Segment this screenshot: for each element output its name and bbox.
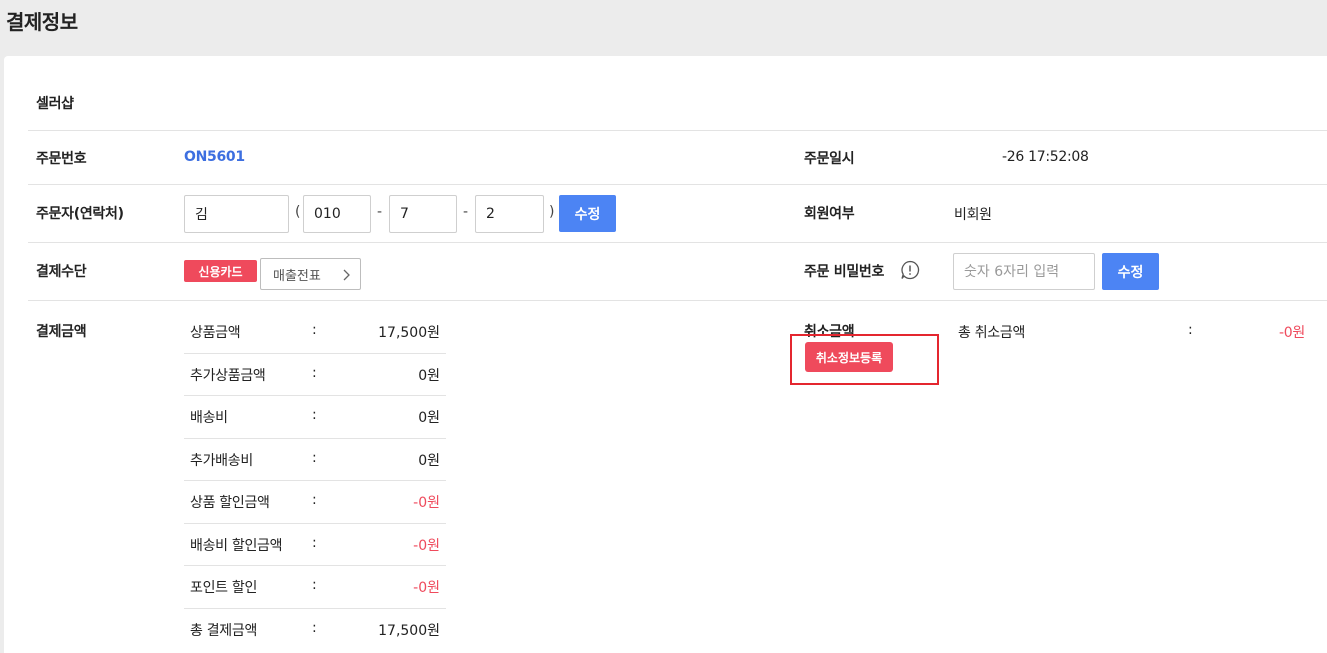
amount-row: 총 결제금액 : 17,500원 — [184, 609, 446, 652]
close-paren: ) — [549, 204, 555, 220]
payment-method-label: 결제수단 — [36, 264, 87, 280]
amount-name: 배송비 — [190, 410, 228, 426]
amount-row: 포인트 할인 : -0원 — [184, 566, 446, 609]
amount-name: 총 결제금액 — [190, 622, 258, 639]
payment-info-panel: 셀러샵 주문번호 ON5601 주문일시 -26 17:52:08 주문자(연락… — [4, 56, 1327, 653]
amount-row: 추가상품금액 : 0원 — [184, 354, 446, 396]
total-cancel-value: -0원 — [1279, 325, 1305, 341]
phone-part1-input[interactable] — [303, 195, 371, 233]
amount-colon: : — [312, 534, 317, 551]
chevron-right-icon — [343, 269, 350, 281]
divider — [28, 300, 1327, 301]
order-password-label: 주문 비밀번호 — [804, 264, 885, 280]
amount-value: 0원 — [418, 410, 440, 426]
amount-value: 17,500원 — [378, 325, 440, 341]
orderer-label: 주문자(연락처) — [36, 206, 124, 222]
amount-name: 포인트 할인 — [190, 580, 258, 596]
open-paren: ( — [295, 204, 301, 220]
divider — [28, 242, 1327, 243]
amount-colon: : — [312, 449, 317, 466]
sales-receipt-label: 매출전표 — [273, 268, 321, 284]
amount-name: 배송비 할인금액 — [190, 537, 283, 554]
amount-value: -0원 — [413, 495, 440, 511]
amount-colon: : — [312, 364, 317, 381]
amount-value: 0원 — [418, 367, 440, 384]
amount-colon: : — [312, 577, 317, 593]
order-number-label: 주문번호 — [36, 151, 87, 167]
amount-row: 배송비 할인금액 : -0원 — [184, 524, 446, 566]
credit-card-badge: 신용카드 — [184, 260, 257, 282]
order-password-edit-button[interactable]: 수정 — [1102, 253, 1159, 290]
phone-dash-1: - — [377, 204, 383, 220]
total-cancel-label: 총 취소금액 — [958, 325, 1026, 341]
highlight-box — [790, 334, 939, 385]
phone-dash-2: - — [463, 204, 469, 220]
amount-value: -0원 — [413, 537, 440, 554]
amount-value: 17,500원 — [378, 622, 440, 639]
order-password-input[interactable] — [953, 253, 1095, 290]
orderer-name-input[interactable] — [184, 195, 289, 233]
membership-label: 회원여부 — [804, 206, 855, 222]
amount-colon: : — [312, 322, 317, 338]
amount-name: 상품 할인금액 — [190, 495, 270, 511]
amount-colon: : — [312, 492, 317, 508]
amount-value: -0원 — [413, 580, 440, 596]
order-number-link[interactable]: ON5601 — [184, 149, 245, 165]
total-cancel-colon: : — [1188, 322, 1193, 338]
amount-name: 추가상품금액 — [190, 367, 266, 384]
amount-name: 상품금액 — [190, 325, 241, 341]
phone-part2-input[interactable] — [389, 195, 457, 233]
amount-row: 상품 할인금액 : -0원 — [184, 481, 446, 524]
order-datetime-value: -26 17:52:08 — [1002, 149, 1089, 165]
orderer-edit-button[interactable]: 수정 — [559, 195, 616, 232]
amount-colon: : — [312, 407, 317, 423]
amount-colon: : — [312, 619, 317, 636]
amount-row: 상품금액 : 17,500원 — [184, 311, 446, 354]
page-title: 결제정보 — [6, 10, 78, 34]
divider — [28, 184, 1327, 185]
membership-value: 비회원 — [954, 207, 992, 223]
amount-row: 배송비 : 0원 — [184, 396, 446, 439]
sales-receipt-button[interactable]: 매출전표 — [260, 258, 361, 290]
amount-row: 추가배송비 : 0원 — [184, 439, 446, 481]
divider — [28, 130, 1327, 131]
order-datetime-label: 주문일시 — [804, 151, 855, 167]
phone-part3-input[interactable] — [475, 195, 544, 233]
payment-amount-table: 상품금액 : 17,500원 추가상품금액 : 0원 배송비 : 0원 추가배송… — [184, 311, 446, 651]
info-circle-icon[interactable] — [899, 259, 921, 281]
amount-value: 0원 — [418, 452, 440, 469]
amount-name: 추가배송비 — [190, 452, 253, 469]
payment-amount-label: 결제금액 — [36, 324, 87, 340]
seller-name: 셀러샵 — [36, 96, 74, 112]
